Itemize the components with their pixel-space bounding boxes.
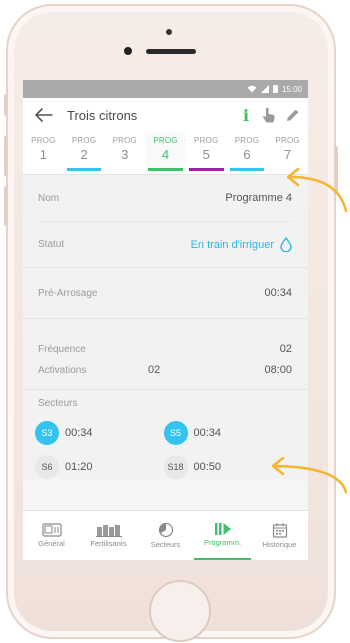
nav-general-label: Général	[38, 539, 65, 548]
status-bar: 15:00	[23, 80, 308, 98]
secteur-item[interactable]: S5 00:34	[163, 421, 293, 445]
pre-arrosage-row[interactable]: Pré-Arrosage 00:34	[38, 268, 292, 318]
nav-programm-label: Programm.	[203, 538, 242, 547]
annotation-arrow-tabs	[286, 167, 348, 213]
nom-row[interactable]: Nom Programme 4	[38, 175, 292, 221]
prog-tab-3[interactable]: PROG 3	[104, 132, 145, 174]
secteurs-icon	[158, 522, 173, 538]
secteur-time: 00:50	[193, 461, 222, 473]
prog-tab-label: PROG	[153, 136, 178, 145]
nav-programm[interactable]: Programm.	[194, 511, 251, 560]
secteur-chip[interactable]: S6	[35, 455, 59, 479]
volume-up-button	[4, 136, 7, 176]
nav-fertilisants-label: Fertilisants	[90, 539, 127, 548]
activations-label: Activations	[38, 364, 87, 376]
activations-row[interactable]: Activations 02 08:00	[38, 355, 292, 385]
secteur-time: 01:20	[65, 461, 93, 473]
prog-tab-label: PROG	[112, 136, 137, 145]
activations-count: 02	[148, 364, 161, 376]
battery-icon	[272, 85, 278, 93]
signal-icon	[260, 85, 269, 93]
statut-row: Statut En train d'irriguer	[38, 221, 292, 267]
secteur-time: 00:34	[65, 427, 93, 439]
prog-tab-number: 6	[243, 147, 251, 162]
secteur-chip[interactable]: S3	[35, 421, 59, 445]
secteurs-grid: S3 00:34 S5 00:34 S6 01:20 S18 00:50	[35, 421, 292, 479]
secteur-chip[interactable]: S5	[163, 421, 188, 445]
frequence-value: 02	[279, 343, 292, 355]
front-camera	[124, 47, 132, 55]
prog-tab-number: 5	[202, 147, 210, 162]
prog-tab-label: PROG	[71, 136, 97, 145]
prog-tab-label: PROG	[31, 136, 56, 145]
prog-tab-indicator	[66, 168, 102, 171]
prog-tab-number: 3	[121, 147, 129, 162]
prog-tab-number: 7	[284, 147, 292, 162]
prog-tab-5[interactable]: PROG 5	[186, 132, 227, 174]
mute-switch	[4, 94, 7, 116]
app-bar: Trois citrons i	[23, 98, 308, 132]
page-title: Trois citrons	[67, 107, 138, 123]
fertilisants-icon	[95, 525, 122, 537]
back-arrow-icon[interactable]	[35, 108, 53, 122]
water-drop-icon	[280, 237, 292, 252]
home-button[interactable]	[149, 580, 211, 642]
pre-arrosage-label: Pré-Arrosage	[38, 287, 98, 299]
nav-general[interactable]: Général	[23, 511, 80, 560]
program-info-section: Nom Programme 4 Statut En train d'irrigu…	[23, 174, 308, 267]
wifi-icon	[247, 85, 257, 93]
general-icon	[41, 523, 62, 537]
prog-tab-1[interactable]: PROG 1	[23, 132, 64, 174]
secteur-chip[interactable]: S18	[163, 455, 188, 479]
activations-time: 08:00	[264, 364, 292, 376]
calendar-icon	[272, 523, 287, 538]
prog-tab-number: 1	[39, 147, 47, 162]
annotation-arrow-secteurs	[271, 456, 348, 494]
frequence-section: Fréquence 02 Activations 02 08:00	[23, 318, 308, 389]
secteur-time: 00:34	[193, 427, 222, 439]
bottom-navigation: Général Fertilisants Secteurs Programm. …	[23, 510, 308, 560]
prog-tab-indicator	[148, 168, 183, 171]
prog-tab-number: 4	[161, 147, 170, 162]
play-icon	[214, 523, 231, 535]
prog-tab-label: PROG	[275, 136, 300, 145]
front-sensor	[166, 29, 172, 35]
hand-pointer-icon[interactable]	[262, 107, 276, 123]
nav-secteurs[interactable]: Secteurs	[137, 511, 194, 560]
prog-tab-number: 2	[80, 147, 88, 162]
prog-tab-4[interactable]: PROG 4	[145, 132, 186, 174]
program-tabs: PROG 1 PROG 2 PROG 3 PROG 4 PROG 5 PROG 6 PROG 7	[23, 132, 308, 174]
nav-historique[interactable]: Historique	[251, 511, 308, 560]
frequence-row[interactable]: Fréquence 02	[38, 323, 292, 355]
frequence-label: Fréquence	[38, 344, 86, 355]
prog-tab-indicator	[229, 168, 265, 171]
secteurs-title: Secteurs	[38, 398, 78, 409]
nav-fertilisants[interactable]: Fertilisants	[80, 511, 137, 560]
prog-tab-label: PROG	[234, 136, 260, 145]
pre-arrosage-section: Pré-Arrosage 00:34	[23, 267, 308, 318]
secteur-item[interactable]: S3 00:34	[35, 421, 164, 445]
info-icon[interactable]: i	[240, 106, 252, 125]
nav-historique-label: Historique	[262, 540, 297, 549]
earpiece-speaker	[146, 49, 196, 54]
prog-tab-2[interactable]: PROG 2	[64, 132, 105, 174]
statut-value: En train d'irriguer	[190, 238, 274, 251]
secteur-item[interactable]: S6 01:20	[35, 455, 164, 479]
prog-tab-6[interactable]: PROG 6	[227, 132, 268, 174]
edit-pencil-icon[interactable]	[286, 108, 300, 122]
status-time: 15:00	[281, 84, 302, 94]
nav-secteurs-label: Secteurs	[150, 540, 181, 549]
pre-arrosage-value: 00:34	[264, 287, 292, 299]
prog-tab-label: PROG	[194, 136, 219, 145]
prog-tab-indicator	[188, 168, 224, 171]
volume-down-button	[4, 186, 7, 226]
nom-label: Nom	[38, 192, 60, 204]
statut-label: Statut	[38, 239, 65, 250]
